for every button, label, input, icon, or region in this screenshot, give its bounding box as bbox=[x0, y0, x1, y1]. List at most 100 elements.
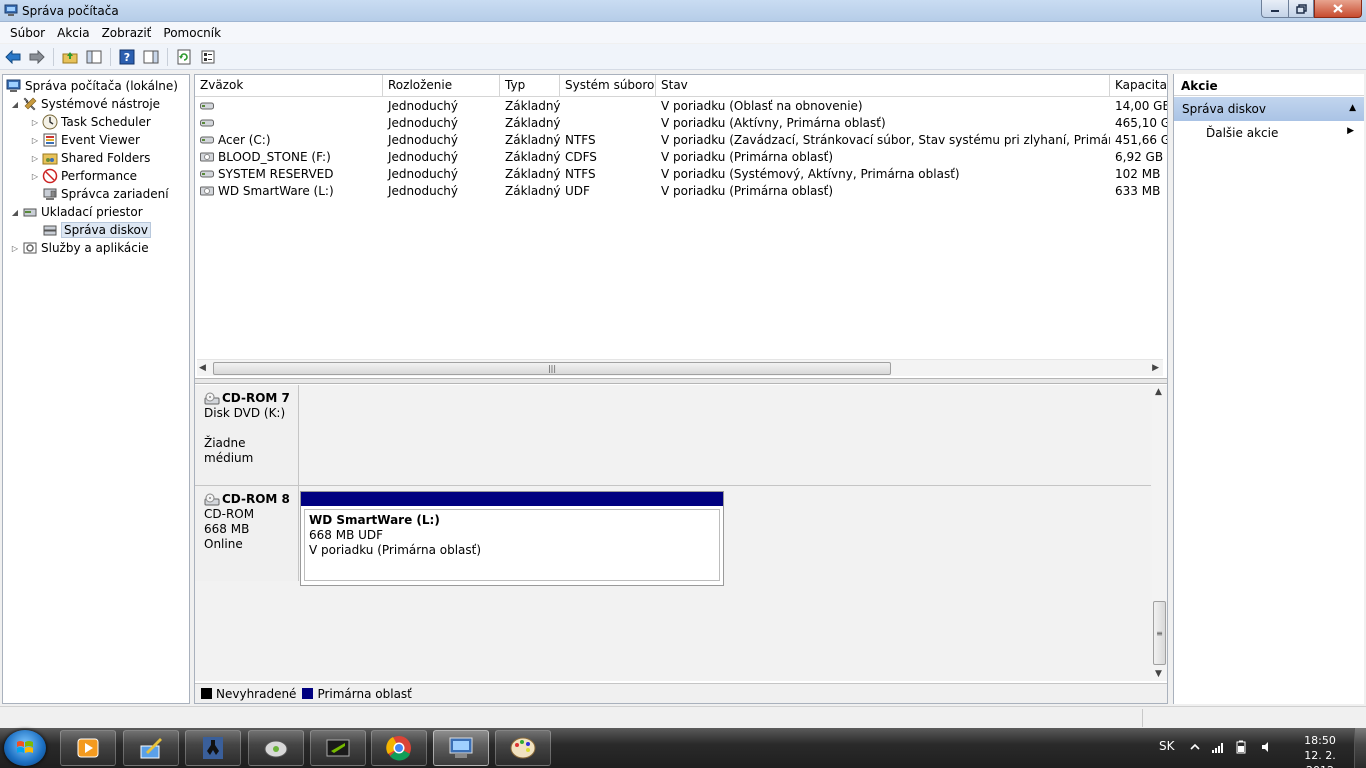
scroll-up-icon[interactable]: ▲ bbox=[1155, 387, 1162, 397]
minimize-icon bbox=[1271, 9, 1279, 12]
disk-type: Disk DVD (K:) bbox=[204, 406, 286, 420]
properties-button[interactable] bbox=[198, 47, 218, 67]
tree-item-performance[interactable]: ▷ Performance bbox=[3, 167, 189, 185]
table-row[interactable]: WD SmartWare (L:) Jednoduchý Základný UD… bbox=[195, 182, 1167, 199]
drive-icon bbox=[200, 136, 214, 143]
show-hide-tree-button[interactable] bbox=[84, 47, 104, 67]
taskbar-nvidia-app[interactable] bbox=[310, 730, 366, 766]
menu-zobrazit[interactable]: Zobraziť bbox=[96, 26, 158, 40]
collapse-icon[interactable]: ◢ bbox=[10, 207, 20, 217]
clock[interactable]: 18:50 12. 2. 2012 bbox=[1290, 733, 1350, 768]
expand-icon[interactable]: ▷ bbox=[10, 243, 20, 253]
computer-management-icon bbox=[6, 78, 22, 94]
show-desktop-button[interactable] bbox=[1354, 728, 1366, 768]
capacity-cell: 14,00 GB bbox=[1115, 98, 1167, 113]
table-row[interactable]: Acer (C:) Jednoduchý Základný NTFS V por… bbox=[195, 131, 1167, 148]
volume-icon[interactable] bbox=[1260, 740, 1274, 754]
action-pane-icon bbox=[143, 50, 159, 63]
type-cell: Základný bbox=[505, 149, 560, 164]
column-header-status[interactable]: Stav bbox=[656, 75, 1110, 96]
tree-item-label: Ukladací priestor bbox=[41, 205, 143, 219]
tree-item-event-viewer[interactable]: ▷ Event Viewer bbox=[3, 131, 189, 149]
toolbar-separator bbox=[167, 47, 168, 66]
taskbar-computer-management[interactable] bbox=[433, 730, 489, 766]
disk-row: CD-ROM 8 CD-ROM 668 MB Online WD SmartWa… bbox=[195, 486, 1151, 586]
show-hide-action-pane-button[interactable] bbox=[141, 47, 161, 67]
taskbar-chrome[interactable] bbox=[371, 730, 427, 766]
toolbar-separator bbox=[53, 47, 54, 66]
volume-name: SYSTEM RESERVED bbox=[218, 166, 334, 181]
actions-section-disk-management[interactable]: Správa diskov ▲ bbox=[1174, 97, 1364, 121]
cd-drive-icon bbox=[204, 493, 220, 505]
taskbar-game-app[interactable] bbox=[185, 730, 241, 766]
taskbar-mouse-app[interactable] bbox=[248, 730, 304, 766]
scrollbar-thumb[interactable]: ||| bbox=[213, 362, 891, 375]
scroll-left-icon[interactable]: ◀ bbox=[199, 363, 206, 373]
disk-status: Online bbox=[204, 537, 243, 551]
pane-splitter[interactable] bbox=[195, 378, 1167, 384]
forward-button[interactable] bbox=[27, 47, 47, 67]
column-header-layout[interactable]: Rozloženie bbox=[383, 75, 500, 96]
close-button[interactable] bbox=[1314, 0, 1362, 18]
table-row[interactable]: Jednoduchý Základný V poriadku (Aktívny,… bbox=[195, 114, 1167, 131]
table-row[interactable]: BLOOD_STONE (F:) Jednoduchý Základný CDF… bbox=[195, 148, 1167, 165]
partition-status: V poriadku (Primárna oblasť) bbox=[309, 543, 482, 557]
table-row[interactable]: Jednoduchý Základný V poriadku (Oblasť n… bbox=[195, 97, 1167, 114]
storage-icon bbox=[22, 204, 38, 220]
restore-icon bbox=[1295, 3, 1307, 14]
menu-pomocnik[interactable]: Pomocník bbox=[157, 26, 227, 40]
tree-item-label: Performance bbox=[61, 169, 138, 183]
type-cell: Základný bbox=[505, 183, 560, 198]
show-hidden-icons-icon[interactable] bbox=[1188, 740, 1202, 754]
column-header-filesystem[interactable]: Systém súborov bbox=[560, 75, 656, 96]
legend-label: Nevyhradené bbox=[216, 686, 297, 701]
layout-cell: Jednoduchý bbox=[388, 132, 459, 147]
more-actions-item[interactable]: Ďalšie akcie ▶ bbox=[1174, 121, 1364, 143]
expand-icon[interactable]: ▷ bbox=[30, 171, 40, 181]
help-icon: ? bbox=[119, 49, 135, 64]
taskbar-media-player[interactable] bbox=[60, 730, 116, 766]
battery-icon[interactable] bbox=[1234, 740, 1248, 754]
column-header-volume[interactable]: Zväzok bbox=[195, 75, 383, 96]
tree-item-system-tools[interactable]: ◢ Systémové nástroje bbox=[3, 95, 189, 113]
collapse-icon[interactable]: ◢ bbox=[10, 99, 20, 109]
minimize-button[interactable] bbox=[1261, 0, 1288, 18]
tree-item-disk-management[interactable]: Správa diskov bbox=[3, 221, 189, 239]
tree-item-shared-folders[interactable]: ▷ Shared Folders bbox=[3, 149, 189, 167]
expand-icon[interactable]: ▷ bbox=[30, 117, 40, 127]
refresh-button[interactable] bbox=[174, 47, 194, 67]
disk-label[interactable]: CD-ROM 7 Disk DVD (K:) Žiadne médium bbox=[195, 385, 299, 485]
language-indicator[interactable]: SK bbox=[1159, 739, 1175, 753]
tree-item-device-manager[interactable]: Správca zariadení bbox=[3, 185, 189, 203]
tree-item-services[interactable]: ▷ Služby a aplikácie bbox=[3, 239, 189, 257]
partition-block[interactable]: WD SmartWare (L:) 668 MB UDF V poriadku … bbox=[300, 491, 724, 586]
disk-label[interactable]: CD-ROM 8 CD-ROM 668 MB Online bbox=[195, 486, 299, 581]
horizontal-scrollbar[interactable]: ◀ ||| ▶ bbox=[197, 359, 1163, 376]
clock-date: 12. 2. 2012 bbox=[1304, 749, 1336, 768]
expand-icon[interactable]: ▷ bbox=[30, 153, 40, 163]
network-signal-icon[interactable] bbox=[1211, 740, 1225, 754]
maximize-button[interactable] bbox=[1288, 0, 1314, 18]
table-row[interactable]: SYSTEM RESERVED Jednoduchý Základný NTFS… bbox=[195, 165, 1167, 182]
up-folder-button[interactable] bbox=[60, 47, 80, 67]
taskbar-paint-app[interactable] bbox=[123, 730, 179, 766]
scroll-down-icon[interactable]: ▼ bbox=[1155, 669, 1162, 679]
column-header-type[interactable]: Typ bbox=[500, 75, 560, 96]
collapse-up-icon[interactable]: ▲ bbox=[1349, 103, 1356, 113]
scroll-right-icon[interactable]: ▶ bbox=[1152, 363, 1159, 373]
menu-akcia[interactable]: Akcia bbox=[51, 26, 95, 40]
back-button[interactable] bbox=[3, 47, 23, 67]
help-button[interactable]: ? bbox=[117, 47, 137, 67]
scrollbar-thumb[interactable]: ≡ bbox=[1153, 601, 1166, 665]
tree-item-task-scheduler[interactable]: ▷ Task Scheduler bbox=[3, 113, 189, 131]
tree-item-computer-management[interactable]: Správa počítača (lokálne) bbox=[3, 77, 189, 95]
expand-icon[interactable]: ▷ bbox=[30, 135, 40, 145]
taskbar-paint[interactable] bbox=[495, 730, 551, 766]
tree-item-storage[interactable]: ◢ Ukladací priestor bbox=[3, 203, 189, 221]
submenu-arrow-icon: ▶ bbox=[1347, 126, 1354, 136]
start-button[interactable] bbox=[4, 730, 46, 766]
menu-subor[interactable]: Súbor bbox=[4, 26, 51, 40]
vertical-scrollbar[interactable]: ▲ ≡ ▼ bbox=[1152, 385, 1167, 681]
more-actions-label: Ďalšie akcie bbox=[1206, 126, 1279, 140]
column-header-capacity[interactable]: Kapacita bbox=[1110, 75, 1167, 96]
